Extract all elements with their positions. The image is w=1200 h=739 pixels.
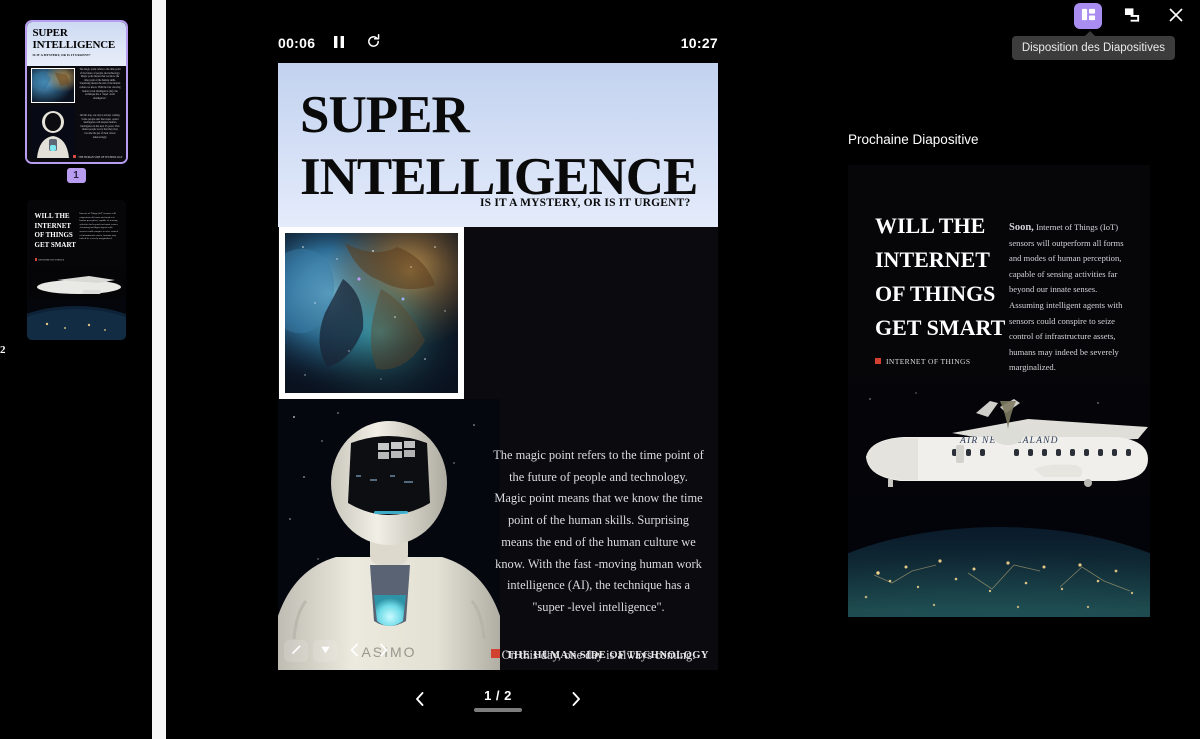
pause-icon [333, 35, 345, 52]
slide-layout-button[interactable] [1074, 3, 1102, 29]
next-slide-label: Prochaine Diapositive [848, 132, 979, 147]
pen-icon [290, 643, 303, 659]
mini-earth-image [26, 298, 126, 340]
slide-header: SUPER INTELLIGENCE IS IT A MYSTERY, OR I… [278, 63, 718, 227]
pointer-tool-button[interactable] [313, 640, 337, 662]
slide-thumbnail-rail[interactable]: SUPER INTELLIGENCE IS IT A MYSTERY, OR I… [0, 0, 152, 739]
page-label: 1 / 2 [484, 688, 512, 703]
mini-tag-marker [34, 258, 37, 261]
slide-body: ASIMO The magic point refers to the time… [278, 227, 718, 670]
presenter-view-window: SUPER INTELLIGENCE IS IT A MYSTERY, OR I… [0, 0, 1200, 739]
next-slide-panel: Prochaine Diapositive WILL THE INTERNET … [848, 132, 1150, 617]
current-slide[interactable]: SUPER INTELLIGENCE IS IT A MYSTERY, OR I… [278, 63, 718, 670]
mini-slide-1-title: SUPER INTELLIGENCE [32, 27, 116, 51]
next-title-line-1: WILL THE [875, 213, 986, 238]
mini-slide-1-subtitle: IS IT A MYSTERY, OR IS IT URGENT? [32, 53, 91, 57]
duplicate-window-button[interactable] [1118, 3, 1146, 29]
pen-tool-button[interactable] [284, 640, 308, 662]
slide-footer-text: THE HUMAN SIDE OF TECHNOLOGY [506, 650, 709, 661]
cursor-triangle-icon [319, 643, 332, 659]
mini-slide-1-paragraph-2: On this day, one day is always coming. S… [79, 114, 121, 139]
slide-paragraph-1: The magic point refers to the time point… [493, 448, 704, 614]
footer-marker-icon [490, 649, 500, 658]
thumbnail-frame-1[interactable]: SUPER INTELLIGENCE IS IT A MYSTERY, OR I… [24, 20, 128, 164]
mini-slide-1-body: The magic point refers to the time point… [26, 66, 126, 162]
mini-slide-1: SUPER INTELLIGENCE IS IT A MYSTERY, OR I… [26, 22, 126, 162]
page-progress-track[interactable] [474, 708, 522, 712]
mini-footer-marker [73, 155, 77, 158]
thumbnail-number-1: 1 [66, 168, 86, 183]
annotation-next-button[interactable] [371, 640, 395, 662]
mini-slide-1-header: SUPER INTELLIGENCE IS IT A MYSTERY, OR I… [26, 22, 126, 66]
duplicate-window-icon [1124, 7, 1141, 26]
annotation-previous-button[interactable] [342, 640, 366, 662]
airplane-image: AIR NEW ZEALAND [848, 383, 1150, 513]
layout-tooltip: Disposition des Diapositives [1011, 31, 1175, 60]
chevron-left-icon [348, 643, 361, 660]
layout-icon [1081, 7, 1096, 25]
previous-slide-button[interactable] [410, 688, 430, 712]
pause-timer-button[interactable] [329, 33, 349, 53]
mini-nebula-image [30, 68, 75, 103]
next-tag-text: INTERNET OF THINGS [886, 357, 971, 366]
next-title-line-2: INTERNET [875, 247, 990, 272]
annotation-toolbar[interactable] [284, 640, 395, 662]
robot-image: ASIMO [278, 399, 500, 670]
next-title-line-4: GET SMART [875, 315, 1006, 340]
timer-toolbar: 00:06 10:27 [278, 30, 718, 56]
chevron-next-icon [377, 643, 390, 660]
next-body-lead: Soon, [1009, 222, 1034, 233]
chevron-left-icon [413, 691, 427, 710]
next-slide-preview[interactable]: WILL THE INTERNET OF THINGS GET SMART IN… [848, 165, 1150, 617]
mini-tag-text: INTERNET OF THINGS [38, 258, 65, 262]
next-title-line-3: OF THINGS [875, 281, 996, 306]
mini-slide-2-title: WILL THE INTERNET OF THINGS GET SMART [34, 212, 76, 249]
mini-slide-2-tag: INTERNET OF THINGS [34, 258, 65, 262]
next-slide-tag: INTERNET OF THINGS [875, 357, 970, 366]
slide-title-line-1: SUPER [300, 86, 470, 144]
rail-divider [152, 0, 166, 739]
nebula-image [279, 227, 464, 399]
thumbnail-slide-1[interactable]: SUPER INTELLIGENCE IS IT A MYSTERY, OR I… [0, 20, 152, 183]
next-body-text: Internet of Things (IoT) sensors will ou… [1009, 222, 1124, 373]
reset-timer-button[interactable] [363, 33, 383, 53]
earth-image [848, 495, 1150, 617]
close-icon [1168, 7, 1184, 26]
mini-footer-text: THE HUMAN SIDE OF TECHNOLOGY [78, 156, 123, 159]
thumbnail-slide-2[interactable]: WILL THE INTERNET OF THINGS GET SMART IN… [0, 200, 152, 358]
mini-plane-image [26, 266, 126, 302]
page-indicator: 1 / 2 [474, 688, 522, 712]
next-slide-button[interactable] [566, 688, 586, 712]
wall-clock: 10:27 [680, 35, 718, 51]
mini-slide-2: WILL THE INTERNET OF THINGS GET SMART IN… [26, 200, 126, 340]
tag-marker-icon [875, 358, 881, 364]
window-controls [1074, 3, 1190, 29]
mini-slide-2-body: Internet of Things (IoT) sensors will ou… [79, 212, 119, 241]
chevron-right-icon [569, 691, 583, 710]
elapsed-timer: 00:06 [278, 35, 316, 51]
slide-footer: THE HUMAN SIDE OF TECHNOLOGY [490, 649, 709, 661]
slide-pager: 1 / 2 [278, 688, 718, 712]
thumbnail-frame-2[interactable]: WILL THE INTERNET OF THINGS GET SMART IN… [26, 200, 126, 340]
thumbnail-number-2: 2 [0, 344, 6, 356]
next-slide-body: Soon, Internet of Things (IoT) sensors w… [1009, 220, 1133, 376]
reset-icon [366, 34, 381, 52]
mini-slide-1-footer: THE HUMAN SIDE OF TECHNOLOGY [73, 155, 123, 159]
close-button[interactable] [1162, 3, 1190, 29]
slide-subtitle: IS IT A MYSTERY, OR IS IT URGENT? [480, 197, 691, 209]
next-slide-title: WILL THE INTERNET OF THINGS GET SMART [875, 209, 1025, 345]
mini-robot-image [30, 106, 75, 158]
mini-slide-1-paragraph-1: The magic point refers to the time point… [79, 68, 121, 100]
